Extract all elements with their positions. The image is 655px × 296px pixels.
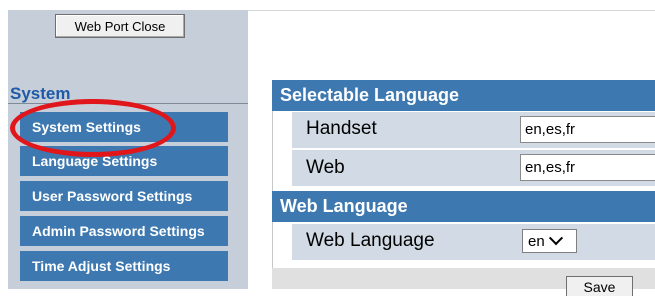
web-languages-input[interactable]: en,es,fr	[520, 154, 655, 181]
web-language-selected-value: en	[528, 232, 545, 250]
system-section-heading: System	[10, 84, 71, 103]
handset-label: Handset	[306, 118, 377, 139]
web-language-select[interactable]: en	[522, 229, 577, 253]
handset-languages-input[interactable]: en,es,fr	[520, 116, 655, 143]
chevron-down-icon	[548, 231, 563, 246]
section-divider	[8, 103, 248, 104]
sidebar-item-language-settings[interactable]: Language Settings	[20, 146, 228, 176]
content-left-border	[272, 80, 273, 289]
selectable-language-header: Selectable Language	[272, 80, 655, 111]
web-label: Web	[306, 157, 345, 178]
web-language-label: Web Language	[306, 230, 435, 251]
content-top-divider	[248, 10, 655, 11]
sidebar-item-system-settings[interactable]: System Settings	[20, 112, 228, 142]
web-port-close-button[interactable]: Web Port Close	[55, 14, 185, 38]
web-language-header: Web Language	[272, 191, 655, 222]
sidebar-item-admin-password-settings[interactable]: Admin Password Settings	[20, 216, 228, 246]
sidebar-item-time-adjust-settings[interactable]: Time Adjust Settings	[20, 251, 228, 281]
save-button[interactable]: Save	[566, 276, 633, 296]
sidebar-item-user-password-settings[interactable]: User Password Settings	[20, 181, 228, 211]
